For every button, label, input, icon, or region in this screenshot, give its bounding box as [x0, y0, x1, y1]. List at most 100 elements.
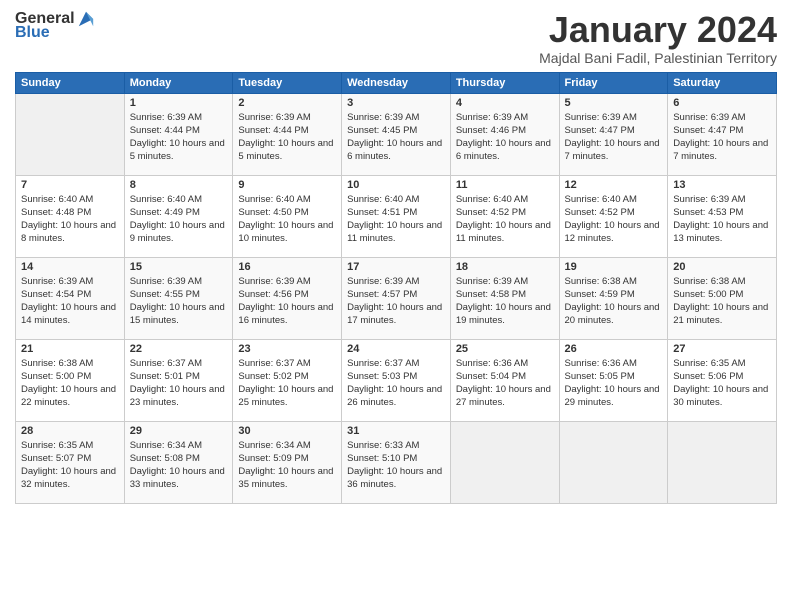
- daylight: Daylight: 10 hours and 14 minutes.: [21, 302, 116, 326]
- daylight: Daylight: 10 hours and 25 minutes.: [238, 384, 333, 408]
- day-info: Sunrise: 6:39 AM Sunset: 4:53 PM Dayligh…: [673, 193, 771, 246]
- title-section: January 2024 Majdal Bani Fadil, Palestin…: [539, 10, 777, 66]
- day-info: Sunrise: 6:39 AM Sunset: 4:47 PM Dayligh…: [673, 111, 771, 164]
- day-info: Sunrise: 6:39 AM Sunset: 4:44 PM Dayligh…: [238, 111, 336, 164]
- table-row: 14 Sunrise: 6:39 AM Sunset: 4:54 PM Dayl…: [16, 257, 125, 339]
- day-info: Sunrise: 6:40 AM Sunset: 4:49 PM Dayligh…: [130, 193, 228, 246]
- day-number: 31: [347, 425, 445, 437]
- sunset: Sunset: 4:47 PM: [673, 125, 743, 136]
- day-info: Sunrise: 6:39 AM Sunset: 4:55 PM Dayligh…: [130, 275, 228, 328]
- sunset: Sunset: 4:44 PM: [238, 125, 308, 136]
- day-number: 21: [21, 343, 119, 355]
- sunrise: Sunrise: 6:39 AM: [565, 112, 637, 123]
- sunset: Sunset: 4:56 PM: [238, 289, 308, 300]
- sunrise: Sunrise: 6:39 AM: [130, 276, 202, 287]
- day-number: 20: [673, 261, 771, 273]
- daylight: Daylight: 10 hours and 5 minutes.: [238, 138, 333, 162]
- week-row-1: 1 Sunrise: 6:39 AM Sunset: 4:44 PM Dayli…: [16, 93, 777, 175]
- daylight: Daylight: 10 hours and 29 minutes.: [565, 384, 660, 408]
- sunset: Sunset: 4:52 PM: [456, 207, 526, 218]
- sunrise: Sunrise: 6:40 AM: [565, 194, 637, 205]
- day-info: Sunrise: 6:38 AM Sunset: 5:00 PM Dayligh…: [673, 275, 771, 328]
- day-number: 23: [238, 343, 336, 355]
- table-row: 8 Sunrise: 6:40 AM Sunset: 4:49 PM Dayli…: [124, 175, 233, 257]
- table-row: 10 Sunrise: 6:40 AM Sunset: 4:51 PM Dayl…: [342, 175, 451, 257]
- daylight: Daylight: 10 hours and 21 minutes.: [673, 302, 768, 326]
- sunset: Sunset: 4:50 PM: [238, 207, 308, 218]
- table-row: 11 Sunrise: 6:40 AM Sunset: 4:52 PM Dayl…: [450, 175, 559, 257]
- day-number: 14: [21, 261, 119, 273]
- sunrise: Sunrise: 6:33 AM: [347, 440, 419, 451]
- table-row: 25 Sunrise: 6:36 AM Sunset: 5:04 PM Dayl…: [450, 339, 559, 421]
- week-row-4: 21 Sunrise: 6:38 AM Sunset: 5:00 PM Dayl…: [16, 339, 777, 421]
- table-row: 9 Sunrise: 6:40 AM Sunset: 4:50 PM Dayli…: [233, 175, 342, 257]
- week-row-3: 14 Sunrise: 6:39 AM Sunset: 4:54 PM Dayl…: [16, 257, 777, 339]
- table-row: 30 Sunrise: 6:34 AM Sunset: 5:09 PM Dayl…: [233, 421, 342, 503]
- sunset: Sunset: 5:08 PM: [130, 453, 200, 464]
- day-number: 13: [673, 179, 771, 191]
- sunset: Sunset: 4:51 PM: [347, 207, 417, 218]
- day-number: 5: [565, 97, 663, 109]
- page: General Blue January 2024 Majdal Bani Fa…: [0, 0, 792, 612]
- table-row: 20 Sunrise: 6:38 AM Sunset: 5:00 PM Dayl…: [668, 257, 777, 339]
- day-info: Sunrise: 6:40 AM Sunset: 4:52 PM Dayligh…: [565, 193, 663, 246]
- daylight: Daylight: 10 hours and 27 minutes.: [456, 384, 551, 408]
- day-number: 18: [456, 261, 554, 273]
- day-number: 25: [456, 343, 554, 355]
- daylight: Daylight: 10 hours and 30 minutes.: [673, 384, 768, 408]
- month-title: January 2024: [539, 10, 777, 50]
- table-row: [668, 421, 777, 503]
- table-row: 22 Sunrise: 6:37 AM Sunset: 5:01 PM Dayl…: [124, 339, 233, 421]
- day-number: 8: [130, 179, 228, 191]
- table-row: 1 Sunrise: 6:39 AM Sunset: 4:44 PM Dayli…: [124, 93, 233, 175]
- sunrise: Sunrise: 6:39 AM: [456, 112, 528, 123]
- table-row: 7 Sunrise: 6:40 AM Sunset: 4:48 PM Dayli…: [16, 175, 125, 257]
- daylight: Daylight: 10 hours and 13 minutes.: [673, 220, 768, 244]
- col-thursday: Thursday: [450, 72, 559, 93]
- sunrise: Sunrise: 6:39 AM: [238, 276, 310, 287]
- sunrise: Sunrise: 6:38 AM: [565, 276, 637, 287]
- day-number: 30: [238, 425, 336, 437]
- day-info: Sunrise: 6:40 AM Sunset: 4:52 PM Dayligh…: [456, 193, 554, 246]
- sunset: Sunset: 4:52 PM: [565, 207, 635, 218]
- day-info: Sunrise: 6:40 AM Sunset: 4:50 PM Dayligh…: [238, 193, 336, 246]
- day-number: 9: [238, 179, 336, 191]
- table-row: [450, 421, 559, 503]
- day-number: 1: [130, 97, 228, 109]
- col-saturday: Saturday: [668, 72, 777, 93]
- day-number: 12: [565, 179, 663, 191]
- daylight: Daylight: 10 hours and 32 minutes.: [21, 466, 116, 490]
- sunset: Sunset: 5:10 PM: [347, 453, 417, 464]
- sunset: Sunset: 5:09 PM: [238, 453, 308, 464]
- day-number: 15: [130, 261, 228, 273]
- sunset: Sunset: 4:54 PM: [21, 289, 91, 300]
- sunrise: Sunrise: 6:40 AM: [456, 194, 528, 205]
- day-info: Sunrise: 6:33 AM Sunset: 5:10 PM Dayligh…: [347, 439, 445, 492]
- daylight: Daylight: 10 hours and 7 minutes.: [565, 138, 660, 162]
- sunrise: Sunrise: 6:40 AM: [130, 194, 202, 205]
- daylight: Daylight: 10 hours and 10 minutes.: [238, 220, 333, 244]
- table-row: [559, 421, 668, 503]
- week-row-2: 7 Sunrise: 6:40 AM Sunset: 4:48 PM Dayli…: [16, 175, 777, 257]
- day-number: 28: [21, 425, 119, 437]
- sunset: Sunset: 4:46 PM: [456, 125, 526, 136]
- sunrise: Sunrise: 6:40 AM: [21, 194, 93, 205]
- sunrise: Sunrise: 6:39 AM: [21, 276, 93, 287]
- daylight: Daylight: 10 hours and 22 minutes.: [21, 384, 116, 408]
- table-row: 2 Sunrise: 6:39 AM Sunset: 4:44 PM Dayli…: [233, 93, 342, 175]
- table-row: 15 Sunrise: 6:39 AM Sunset: 4:55 PM Dayl…: [124, 257, 233, 339]
- table-row: 28 Sunrise: 6:35 AM Sunset: 5:07 PM Dayl…: [16, 421, 125, 503]
- table-row: 21 Sunrise: 6:38 AM Sunset: 5:00 PM Dayl…: [16, 339, 125, 421]
- daylight: Daylight: 10 hours and 7 minutes.: [673, 138, 768, 162]
- day-info: Sunrise: 6:36 AM Sunset: 5:04 PM Dayligh…: [456, 357, 554, 410]
- day-number: 4: [456, 97, 554, 109]
- sunset: Sunset: 4:45 PM: [347, 125, 417, 136]
- day-number: 7: [21, 179, 119, 191]
- sunrise: Sunrise: 6:38 AM: [21, 358, 93, 369]
- day-number: 2: [238, 97, 336, 109]
- table-row: [16, 93, 125, 175]
- sunrise: Sunrise: 6:36 AM: [565, 358, 637, 369]
- sunset: Sunset: 4:47 PM: [565, 125, 635, 136]
- table-row: 6 Sunrise: 6:39 AM Sunset: 4:47 PM Dayli…: [668, 93, 777, 175]
- day-info: Sunrise: 6:39 AM Sunset: 4:56 PM Dayligh…: [238, 275, 336, 328]
